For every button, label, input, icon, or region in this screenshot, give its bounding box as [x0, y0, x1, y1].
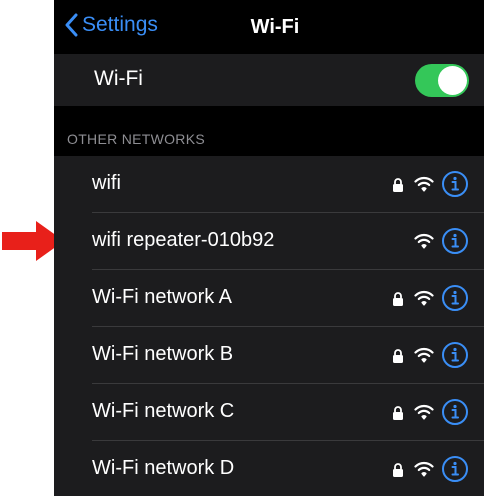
toggle-knob — [438, 66, 467, 95]
section-gap: OTHER NETWORKS — [54, 106, 484, 156]
info-icon[interactable] — [441, 227, 469, 255]
section-header-other-networks: OTHER NETWORKS — [67, 131, 205, 147]
wifi-signal-icon — [414, 347, 434, 363]
network-name: Wi-Fi network B — [92, 343, 234, 365]
lock-icon — [393, 292, 403, 306]
info-icon[interactable] — [441, 398, 469, 426]
network-name: wifi repeater-010b92 — [92, 229, 275, 251]
wifi-toggle-label: Wi-Fi — [94, 67, 143, 90]
lock-icon — [393, 406, 403, 420]
info-icon[interactable] — [441, 284, 469, 312]
wifi-signal-icon — [414, 290, 434, 306]
wifi-signal-icon — [414, 461, 434, 477]
lock-icon — [393, 463, 403, 477]
network-row[interactable]: Wi-Fi network C — [54, 384, 484, 441]
wifi-settings-screen: Settings Wi-Fi Wi-Fi OTHER NETWORKS wifi… — [54, 0, 484, 496]
wifi-signal-icon — [414, 404, 434, 420]
lock-icon — [393, 349, 403, 363]
lock-icon — [393, 178, 403, 192]
page-title: Wi-Fi — [250, 16, 300, 38]
network-name: Wi-Fi network C — [92, 400, 235, 422]
info-icon[interactable] — [441, 341, 469, 369]
info-icon[interactable] — [441, 170, 469, 198]
wifi-signal-icon — [414, 233, 434, 249]
network-row[interactable]: Wi-Fi network A — [54, 270, 484, 327]
network-row[interactable]: Wi-Fi network D — [54, 441, 484, 496]
wifi-signal-icon — [414, 176, 434, 192]
wifi-toggle-switch[interactable] — [415, 64, 469, 97]
wifi-toggle-row: Wi-Fi — [54, 54, 484, 106]
network-row[interactable]: wifi repeater-010b92 — [54, 213, 484, 270]
network-row[interactable]: Wi-Fi network B — [54, 327, 484, 384]
network-name: wifi — [92, 172, 121, 194]
network-row[interactable]: wifi — [54, 156, 484, 213]
network-name: Wi-Fi network D — [92, 457, 235, 479]
network-name: Wi-Fi network A — [92, 286, 233, 308]
navigation-bar: Settings Wi-Fi — [54, 0, 484, 54]
info-icon[interactable] — [441, 455, 469, 483]
network-list: wifi wifi repeater-010b92 Wi-Fi network A W… — [54, 156, 484, 496]
